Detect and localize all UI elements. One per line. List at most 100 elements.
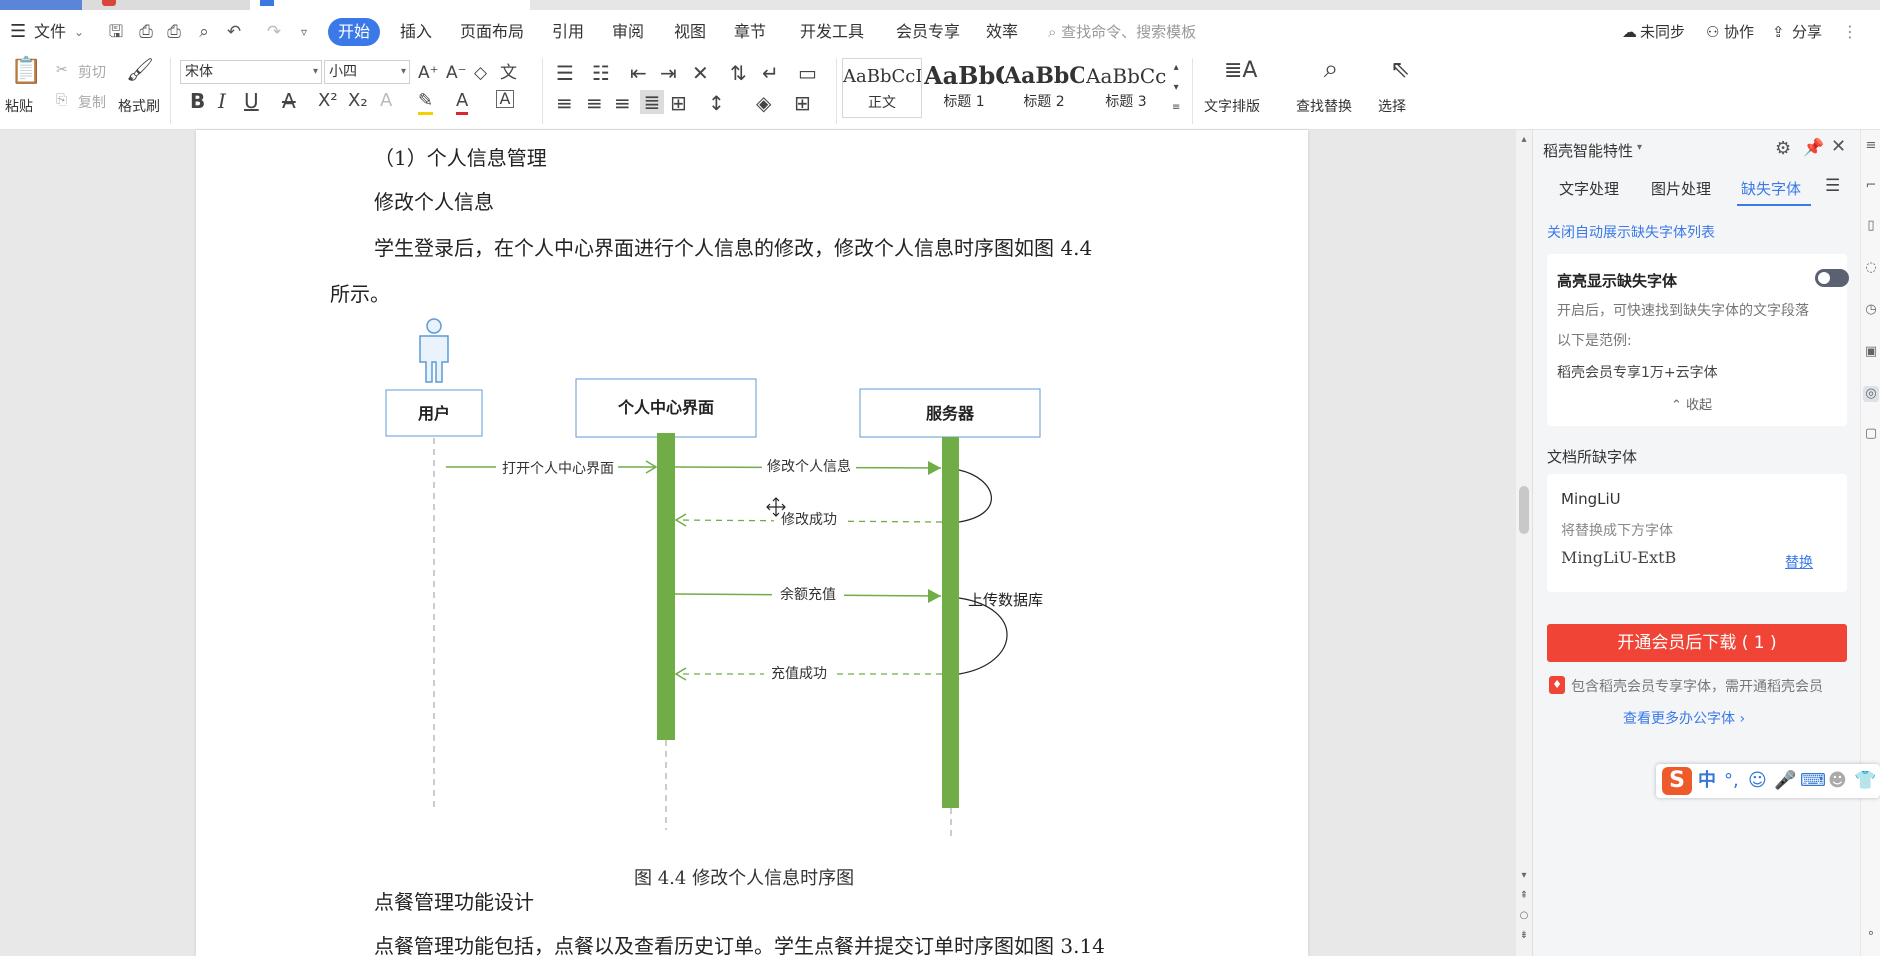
smart-features-icon[interactable]: ◎ <box>1863 386 1879 402</box>
tab-text-processing[interactable]: 文字处理 <box>1559 178 1619 199</box>
sort-icon[interactable]: ⇅ <box>730 62 747 84</box>
tab-start[interactable]: 开始 <box>328 18 380 46</box>
unsynced-label[interactable]: 未同步 <box>1640 20 1685 44</box>
tab-view[interactable]: 视图 <box>674 20 706 44</box>
more-icon[interactable]: ⋮ <box>1842 20 1858 44</box>
font-color-icon[interactable]: A <box>456 90 469 115</box>
prev-page-icon[interactable]: ⇞ <box>1516 890 1532 901</box>
image-icon[interactable]: ▣ <box>1863 344 1879 360</box>
style-normal[interactable]: AaBbCcI 正文 <box>842 58 922 118</box>
panel-title[interactable]: 稻壳智能特性 <box>1543 140 1633 161</box>
share-button[interactable]: 分享 <box>1792 20 1822 44</box>
decrease-indent-icon[interactable]: ⇤ <box>630 62 647 84</box>
justify-icon[interactable]: ≣ <box>640 90 664 114</box>
select-button[interactable]: 选择 <box>1378 96 1406 116</box>
collab-button[interactable]: 协作 <box>1724 20 1754 44</box>
chevron-down-icon[interactable]: ⌄ <box>74 20 84 44</box>
document-page[interactable]: （1）个人信息管理 修改个人信息 学生登录后，在个人中心界面进行个人信息的修改，… <box>196 130 1308 956</box>
scroll-up-icon[interactable]: ▴ <box>1516 134 1532 145</box>
keyboard-icon[interactable]: ⌨ <box>1800 769 1826 793</box>
highlight-toggle[interactable] <box>1815 269 1849 287</box>
more-fonts-link[interactable]: 查看更多办公字体 › <box>1623 708 1745 728</box>
close-auto-show-link[interactable]: 关闭自动展示缺失字体列表 <box>1547 222 1715 242</box>
phonetic-guide-icon[interactable]: 文 <box>500 62 517 84</box>
style-heading-1[interactable]: AaBbC 标题 1 <box>924 58 1004 118</box>
cursor-select-icon[interactable]: ⇖ <box>1388 57 1412 81</box>
print-preview-icon[interactable]: ⌕ <box>194 22 214 42</box>
tab-section[interactable]: 章节 <box>734 20 766 44</box>
text-layout-button[interactable]: 文字排版 <box>1204 96 1260 116</box>
collab-icon[interactable]: ⚇ <box>1706 20 1719 44</box>
tab-missing-fonts[interactable]: 缺失字体 <box>1741 178 1801 199</box>
shrink-font-icon[interactable]: A⁻ <box>446 62 467 84</box>
tab-review[interactable]: 审阅 <box>612 20 644 44</box>
align-center-icon[interactable]: ≡ <box>586 92 603 114</box>
subscript-icon[interactable]: X₂ <box>348 90 368 112</box>
tab-efficiency[interactable]: 效率 <box>986 20 1018 44</box>
tab-page-layout[interactable]: 页面布局 <box>460 20 524 44</box>
ime-mode-label[interactable]: 中 <box>1698 769 1716 793</box>
export-pdf-icon[interactable]: ⎙ <box>136 22 156 42</box>
home-tab[interactable] <box>0 0 82 10</box>
user-icon[interactable]: ☻ <box>1828 769 1847 793</box>
settings-dot-icon[interactable]: ∘ <box>1863 926 1879 942</box>
italic-icon[interactable]: I <box>218 90 226 112</box>
superscript-icon[interactable]: X² <box>318 90 338 112</box>
borders-icon[interactable]: ⊞ <box>794 92 811 114</box>
hamburger-icon[interactable]: ☰ <box>10 20 26 44</box>
line-spacing-icon[interactable]: ↕ <box>708 92 725 114</box>
close-icon[interactable]: ✕ <box>1831 136 1846 157</box>
format-painter-button[interactable]: 格式刷 <box>118 96 160 116</box>
sogou-logo-icon[interactable]: S <box>1662 767 1692 795</box>
magnifier-icon[interactable]: ⌕ <box>1316 56 1346 82</box>
vertical-scrollbar[interactable]: ▴ ▾ ⇞ ○ ⇟ <box>1516 130 1532 956</box>
text-effect-icon[interactable]: A <box>380 90 392 112</box>
find-replace-button[interactable]: 查找替换 <box>1296 96 1352 116</box>
member-download-button[interactable]: 开通会员后下载 ( 1 ) <box>1547 624 1847 662</box>
scrollbar-thumb[interactable] <box>1519 486 1529 534</box>
redo-icon[interactable]: ↷ <box>264 22 284 42</box>
cloud-sync-icon[interactable]: ☁ <box>1622 20 1637 44</box>
skin-shirt-icon[interactable]: 👕 <box>1854 769 1876 793</box>
char-border-icon[interactable]: A <box>496 90 514 108</box>
select-browse-icon[interactable]: ○ <box>1516 910 1532 921</box>
style-heading-2[interactable]: AaBbC 标题 2 <box>1004 58 1084 118</box>
strikethrough-icon[interactable]: A <box>282 90 296 112</box>
increase-indent-icon[interactable]: ⇥ <box>660 62 677 84</box>
tab-member[interactable]: 会员专享 <box>896 20 960 44</box>
gear-icon[interactable]: ⚙ <box>1775 138 1791 159</box>
customize-qa-icon[interactable]: ▿ <box>294 22 314 42</box>
active-doc-tab[interactable] <box>250 0 530 10</box>
next-page-icon[interactable]: ⇟ <box>1516 930 1532 941</box>
align-left-icon[interactable]: ≡ <box>556 92 573 114</box>
pin-icon[interactable]: 📌 <box>1803 138 1824 158</box>
styles-scroll-icon[interactable]: ▴ ▾ ≡ <box>1172 58 1180 118</box>
file-menu[interactable]: 文件 <box>34 20 66 44</box>
properties-icon[interactable]: ◌ <box>1863 260 1879 276</box>
ruler-icon[interactable]: ▭ <box>798 62 817 84</box>
undo-icon[interactable]: ↶ <box>224 22 244 42</box>
emoji-icon[interactable]: ☺ <box>1748 769 1767 793</box>
font-name-select[interactable]: 宋体 ▾ <box>180 60 322 84</box>
distribute-icon[interactable]: ⊞ <box>670 92 687 114</box>
numbered-list-icon[interactable]: ☷ <box>592 62 610 84</box>
tab-references[interactable]: 引用 <box>552 20 584 44</box>
history-icon[interactable]: ◷ <box>1863 302 1879 318</box>
microphone-icon[interactable]: 🎤 <box>1774 769 1796 793</box>
tab-insert[interactable]: 插入 <box>400 20 432 44</box>
text-direction-icon[interactable]: ✕ <box>692 62 709 84</box>
bold-icon[interactable]: B <box>190 90 205 112</box>
cut-button[interactable]: 剪切 <box>78 62 106 82</box>
paste-icon[interactable]: 📋 <box>10 58 42 84</box>
paragraph-mark-icon[interactable]: ↵ <box>762 62 779 84</box>
bullet-list-icon[interactable]: ☰ <box>556 62 574 84</box>
highlight-icon[interactable]: ✎ <box>418 90 434 115</box>
format-painter-icon[interactable]: 🖌 <box>126 60 154 82</box>
bookmark-icon[interactable]: ▯ <box>1863 218 1879 234</box>
save-icon[interactable]: 🖫 <box>106 22 126 42</box>
text-layout-icon[interactable]: ≣A <box>1224 60 1257 82</box>
tab-developer[interactable]: 开发工具 <box>800 20 864 44</box>
grow-font-icon[interactable]: A⁺ <box>418 62 439 84</box>
share-icon[interactable]: ⇪ <box>1772 20 1785 44</box>
collapse-strip-icon[interactable]: ≡ <box>1863 138 1879 154</box>
